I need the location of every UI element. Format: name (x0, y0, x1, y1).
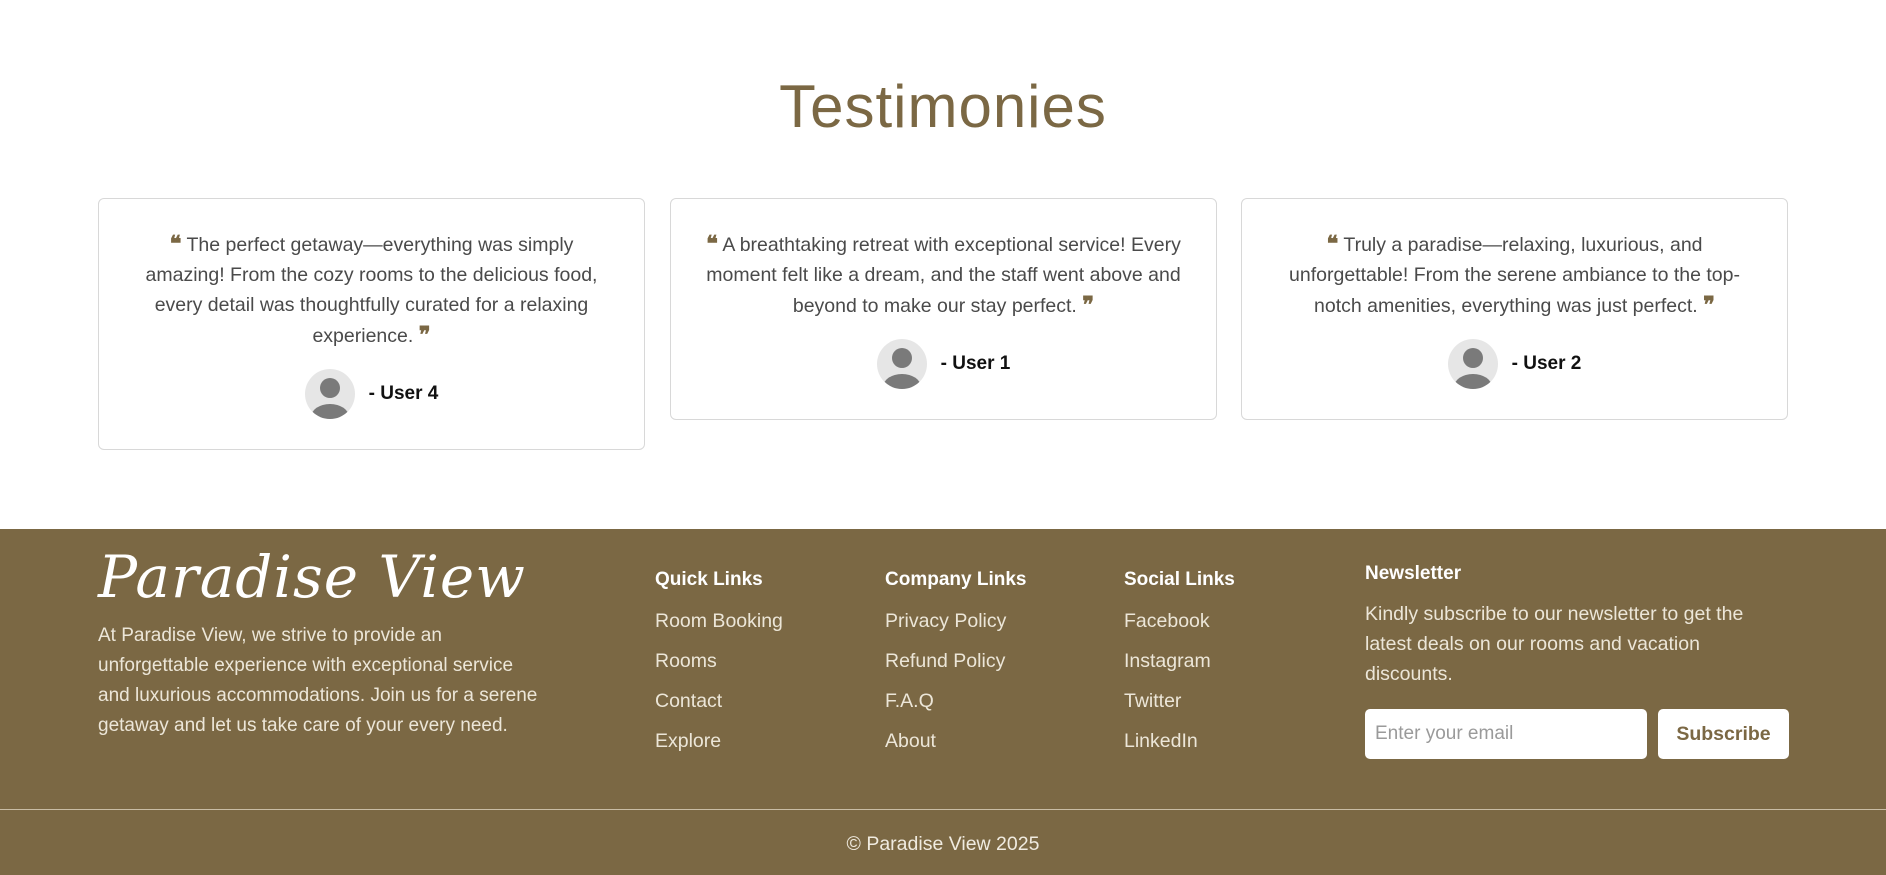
footer-about-text: At Paradise View, we strive to provide a… (98, 625, 538, 736)
subscribe-button[interactable]: Subscribe (1658, 709, 1789, 759)
author-name: - User 1 (940, 353, 1011, 374)
quote-right-icon: ❞ (1703, 292, 1715, 318)
newsletter: Newsletter Kindly subscribe to our newsl… (1365, 563, 1789, 759)
link-explore[interactable]: Explore (655, 721, 783, 761)
testimonies-section: Testimonies ❝ The perfect getaway—everyt… (0, 0, 1886, 529)
testimonial-text: The perfect getaway—everything was simpl… (145, 234, 598, 347)
newsletter-form: Subscribe (1365, 709, 1789, 759)
site-footer: Paradise View At Paradise View, we striv… (0, 529, 1886, 875)
testimonial-cards: ❝ The perfect getaway—everything was sim… (98, 198, 1788, 450)
quote-left-icon: ❝ (169, 231, 182, 257)
social-links-title: Social Links (1124, 569, 1235, 590)
testimonial-quote: ❝ The perfect getaway—everything was sim… (129, 229, 614, 351)
testimonial-card: ❝ The perfect getaway—everything was sim… (98, 198, 645, 450)
footer-divider (0, 809, 1886, 810)
link-rooms[interactable]: Rooms (655, 641, 783, 681)
quote-right-icon: ❞ (418, 322, 431, 348)
newsletter-text: Kindly subscribe to our newsletter to ge… (1365, 603, 1744, 685)
testimonial-text: A breathtaking retreat with exceptional … (706, 234, 1181, 317)
email-input[interactable] (1365, 709, 1647, 759)
user-avatar-icon (1447, 339, 1498, 389)
link-contact[interactable]: Contact (655, 681, 783, 721)
testimonial-author: - User 2 (1242, 339, 1787, 389)
link-linkedin[interactable]: LinkedIn (1124, 721, 1235, 761)
quick-links: Quick Links Room Booking Rooms Contact E… (655, 569, 783, 761)
quote-left-icon: ❝ (706, 231, 718, 257)
testimonial-text: Truly a paradise—relaxing, luxurious, an… (1289, 234, 1740, 317)
company-links-title: Company Links (885, 569, 1027, 590)
quick-links-title: Quick Links (655, 569, 763, 590)
testimonial-quote: ❝ A breathtaking retreat with exceptiona… (701, 229, 1186, 321)
user-avatar-icon (876, 339, 927, 389)
testimonial-author: - User 1 (671, 339, 1216, 389)
link-refund-policy[interactable]: Refund Policy (885, 641, 1026, 681)
quote-right-icon: ❞ (1082, 292, 1095, 318)
link-privacy-policy[interactable]: Privacy Policy (885, 601, 1026, 641)
company-links: Company Links Privacy Policy Refund Poli… (885, 569, 1026, 761)
quote-left-icon: ❝ (1326, 231, 1339, 257)
social-links: Social Links Facebook Instagram Twitter … (1124, 569, 1235, 761)
testimonial-author: - User 4 (99, 369, 644, 419)
brand-logo[interactable]: Paradise View (98, 543, 526, 611)
testimonial-quote: ❝ Truly a paradise—relaxing, luxurious, … (1272, 229, 1757, 321)
link-room-booking[interactable]: Room Booking (655, 601, 783, 641)
link-faq[interactable]: F.A.Q (885, 681, 1026, 721)
testimonial-card: ❝ A breathtaking retreat with exceptiona… (670, 198, 1217, 420)
section-title: Testimonies (779, 73, 1107, 140)
link-twitter[interactable]: Twitter (1124, 681, 1235, 721)
link-about[interactable]: About (885, 721, 1026, 761)
author-name: - User 2 (1511, 353, 1582, 374)
testimonial-card: ❝ Truly a paradise—relaxing, luxurious, … (1241, 198, 1788, 420)
user-avatar-icon (304, 369, 355, 419)
link-instagram[interactable]: Instagram (1124, 641, 1235, 681)
author-name: - User 4 (368, 383, 439, 404)
link-facebook[interactable]: Facebook (1124, 601, 1235, 641)
newsletter-title: Newsletter (1365, 563, 1462, 584)
copyright-text: © Paradise View 2025 (846, 833, 1040, 855)
